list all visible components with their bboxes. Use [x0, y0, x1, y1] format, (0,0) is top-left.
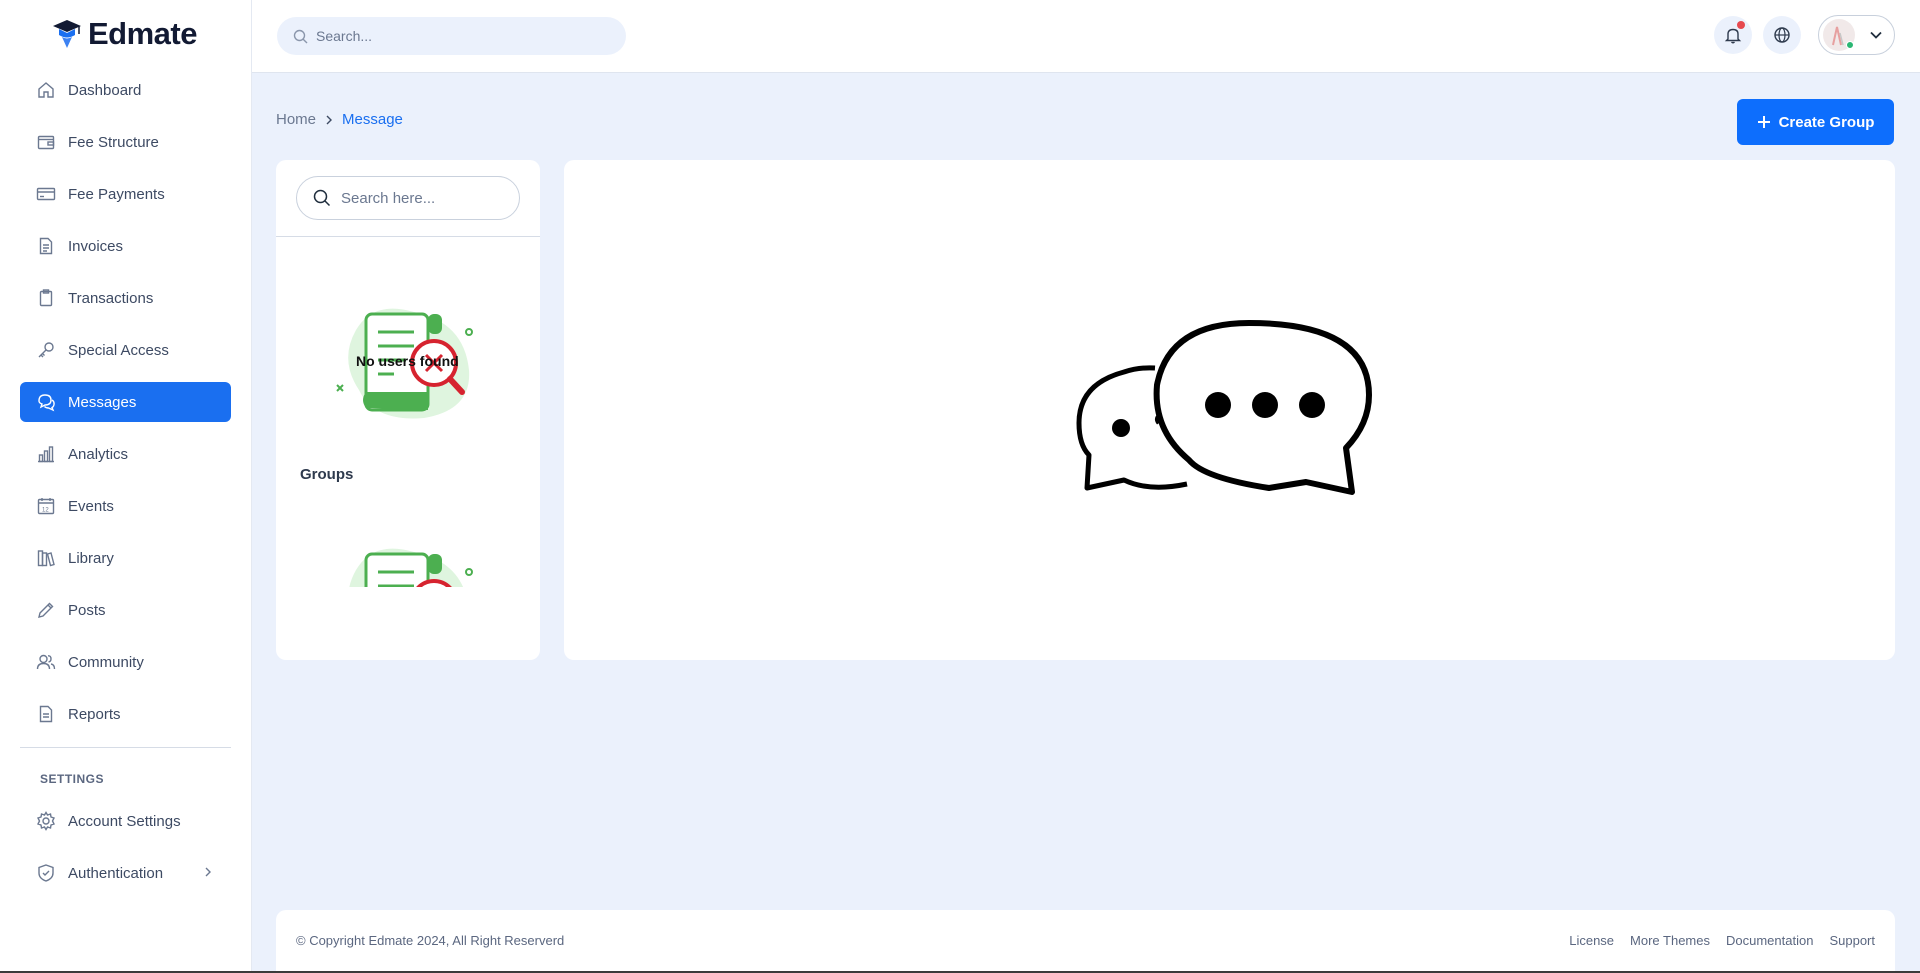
- sidebar-item-library[interactable]: Library: [20, 538, 231, 578]
- footer-link-support[interactable]: Support: [1829, 933, 1875, 948]
- breadcrumb-home[interactable]: Home: [276, 111, 316, 128]
- chat-icon: [38, 394, 55, 412]
- breadcrumb-current: Message: [342, 111, 403, 128]
- sidebar-item-posts[interactable]: Posts: [20, 590, 231, 630]
- svg-text:12: 12: [42, 508, 49, 514]
- sidebar-item-account-settings[interactable]: Account Settings: [20, 801, 231, 841]
- sidebar-item-label: Posts: [68, 601, 106, 619]
- sidebar-item-label: Invoices: [68, 237, 124, 255]
- sidebar-item-label: Transactions: [68, 289, 154, 307]
- sidebar: Edmate Dashboard Fee Structure Fee Payme…: [0, 0, 252, 973]
- no-results-illustration: [349, 548, 473, 587]
- globe-icon: [1774, 27, 1790, 43]
- search-icon: [313, 189, 331, 207]
- sidebar-item-label: Messages: [68, 393, 137, 411]
- chevron-right-icon: [326, 115, 333, 124]
- brand-name: Edmate: [88, 16, 197, 51]
- report-icon: [39, 705, 53, 723]
- online-status-dot: [1846, 41, 1854, 49]
- users-search[interactable]: [296, 176, 520, 220]
- shield-icon: [38, 864, 54, 882]
- sidebar-item-label: Library: [68, 549, 114, 567]
- sidebar-item-reports[interactable]: Reports: [20, 694, 231, 734]
- search-icon: [293, 29, 308, 43]
- sidebar-item-label: Authentication: [68, 864, 164, 882]
- brand-logo[interactable]: Edmate: [52, 16, 197, 52]
- global-search[interactable]: [277, 17, 626, 55]
- sidebar-item-analytics[interactable]: Analytics: [20, 434, 231, 474]
- footer-link-more-themes[interactable]: More Themes: [1630, 933, 1710, 948]
- credit-card-icon: [36, 187, 56, 201]
- chat-area: [564, 160, 1895, 660]
- graduation-cap-icon: [53, 20, 81, 48]
- key-icon: [38, 342, 54, 358]
- sidebar-item-transactions[interactable]: Transactions: [20, 278, 231, 318]
- users-search-input[interactable]: [341, 189, 511, 207]
- wallet-icon: [37, 135, 55, 150]
- sidebar-divider: [20, 747, 231, 748]
- calendar-icon: 12: [37, 498, 55, 515]
- groups-empty-state: [276, 530, 540, 587]
- sidebar-item-label: Account Settings: [68, 812, 181, 830]
- panel-divider: [276, 236, 540, 237]
- notifications-button[interactable]: [1714, 16, 1752, 54]
- pencil-icon: [38, 602, 54, 618]
- home-icon: [38, 82, 54, 98]
- footer-link-license[interactable]: License: [1569, 933, 1614, 948]
- sidebar-item-messages[interactable]: Messages: [20, 382, 231, 422]
- groups-heading: Groups: [300, 466, 354, 483]
- chevron-right-icon: [205, 867, 211, 877]
- users-panel: No users found Groups: [276, 160, 540, 660]
- sidebar-item-label: Reports: [68, 705, 121, 723]
- document-icon: [39, 237, 53, 255]
- copyright-text: © Copyright Edmate 2024, All Right Reser…: [296, 933, 565, 948]
- sidebar-item-label: Fee Structure: [68, 133, 159, 151]
- books-icon: [37, 550, 55, 567]
- clipboard-icon: [39, 289, 53, 307]
- sidebar-item-label: Events: [68, 497, 114, 515]
- sidebar-item-authentication[interactable]: Authentication: [20, 853, 231, 893]
- settings-heading: SETTINGS: [40, 772, 105, 786]
- sidebar-item-fee-payments[interactable]: Fee Payments: [20, 174, 231, 214]
- plus-icon: [1757, 116, 1770, 128]
- sidebar-item-label: Community: [68, 653, 144, 671]
- create-group-button[interactable]: Create Group: [1737, 99, 1894, 145]
- create-group-label: Create Group: [1778, 113, 1875, 131]
- sidebar-item-invoices[interactable]: Invoices: [20, 226, 231, 266]
- sidebar-item-label: Special Access: [68, 341, 169, 359]
- sidebar-item-special-access[interactable]: Special Access: [20, 330, 231, 370]
- sidebar-nav: Dashboard Fee Structure Fee Payments Inv…: [20, 70, 231, 746]
- notification-badge: [1737, 21, 1745, 29]
- sidebar-item-events[interactable]: 12 Events: [20, 486, 231, 526]
- breadcrumb: Home Message: [276, 111, 403, 128]
- footer-link-documentation[interactable]: Documentation: [1726, 933, 1813, 948]
- global-search-input[interactable]: [316, 28, 616, 44]
- sidebar-item-dashboard[interactable]: Dashboard: [20, 70, 231, 110]
- footer-links: License More Themes Documentation Suppor…: [1569, 933, 1875, 948]
- language-button[interactable]: [1763, 16, 1801, 54]
- sidebar-item-label: Analytics: [68, 445, 129, 463]
- sidebar-item-label: Fee Payments: [68, 185, 165, 203]
- footer: © Copyright Edmate 2024, All Right Reser…: [276, 910, 1895, 973]
- user-menu-button[interactable]: [1818, 15, 1895, 55]
- chat-bubbles-icon: [1076, 320, 1372, 495]
- no-users-text: No users found: [356, 353, 459, 369]
- sidebar-item-label: Dashboard: [68, 81, 142, 99]
- gear-icon: [37, 811, 55, 831]
- users-icon: [36, 654, 56, 670]
- sidebar-item-fee-structure[interactable]: Fee Structure: [20, 122, 231, 162]
- sidebar-item-community[interactable]: Community: [20, 642, 231, 682]
- bar-chart-icon: [38, 446, 54, 463]
- chevron-down-icon: [1870, 31, 1882, 39]
- settings-nav: Account Settings Authentication: [20, 801, 231, 905]
- top-bar: [252, 0, 1920, 73]
